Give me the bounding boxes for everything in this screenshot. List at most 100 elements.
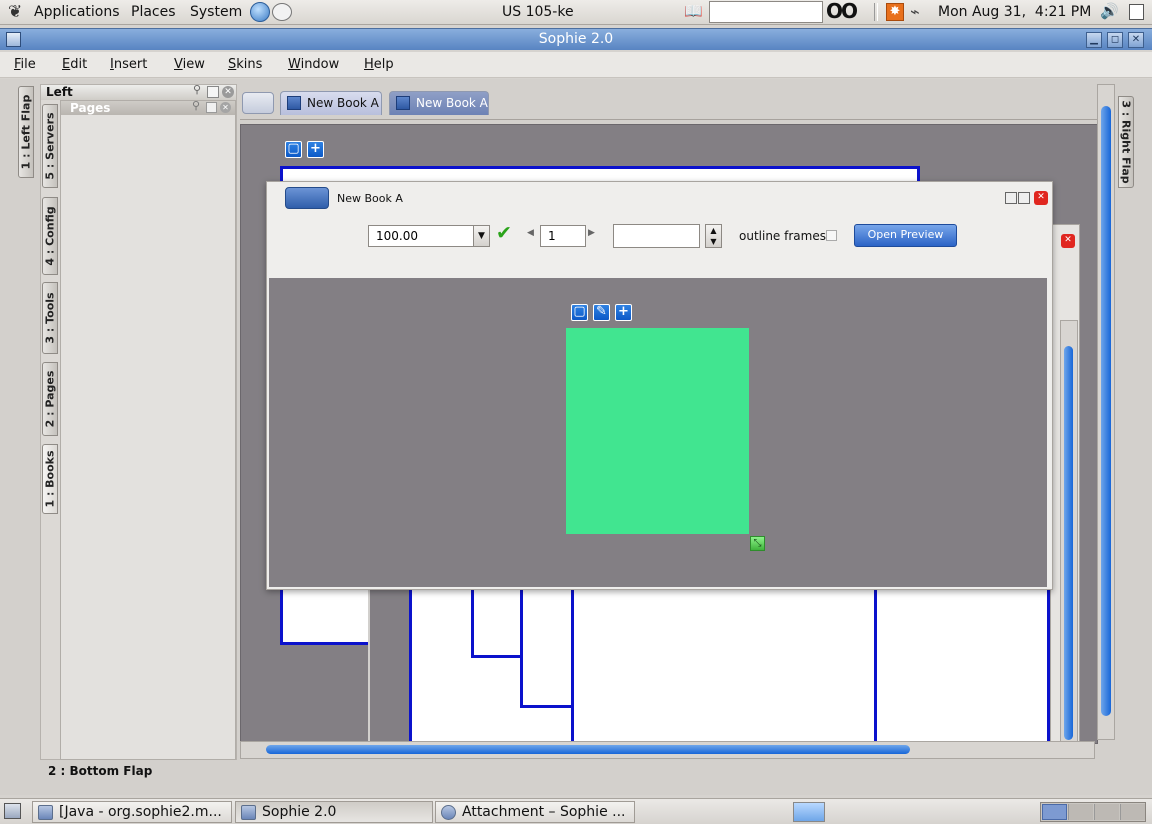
pages-restore-icon[interactable]: [206, 102, 217, 113]
workspace-switcher[interactable]: [1040, 802, 1146, 822]
layout-line: [471, 655, 523, 658]
left-flap-header: Left ⚲ ✕: [41, 83, 236, 100]
restore-icon[interactable]: [207, 86, 219, 98]
menu-window[interactable]: Window: [288, 57, 339, 72]
zoom-input[interactable]: [368, 225, 474, 247]
close-button[interactable]: ✕: [1128, 32, 1144, 48]
menu-skins[interactable]: Skins: [228, 57, 262, 72]
bottom-flap-tab[interactable]: 2 : Bottom Flap: [48, 764, 152, 778]
workspace-1[interactable]: [1042, 804, 1067, 820]
page-size-input[interactable]: [613, 224, 700, 248]
book-close-icon[interactable]: ✕: [1034, 191, 1048, 205]
inner-vertical-scrollbar-thumb[interactable]: [1064, 346, 1073, 740]
resize-handle-icon[interactable]: ⤡: [750, 536, 765, 551]
frame-edit-icon[interactable]: ✎: [593, 304, 610, 321]
top-panel: ❦ Applications Places System US 105-ke 📖…: [0, 0, 1152, 25]
clipboard-icon[interactable]: [1129, 4, 1144, 20]
layout-page: [409, 590, 1050, 742]
show-desktop-icon[interactable]: [4, 803, 21, 819]
workspace-4[interactable]: [1120, 804, 1145, 820]
tab-servers[interactable]: 5 : Servers: [42, 104, 58, 188]
page-icon[interactable]: ▢: [285, 141, 302, 158]
tab-pages[interactable]: 2 : Pages: [42, 362, 58, 436]
update-alert-icon[interactable]: ✸: [886, 3, 904, 21]
layout-line: [520, 705, 574, 708]
next-page-icon[interactable]: ▶: [588, 228, 595, 238]
book-icon: [287, 96, 301, 110]
gnome-foot-icon[interactable]: ❦: [8, 2, 22, 22]
tab-tools[interactable]: 3 : Tools: [42, 282, 58, 354]
minimize-button[interactable]: ▁: [1086, 32, 1102, 48]
add-icon[interactable]: +: [307, 141, 324, 158]
layout-line: [520, 590, 523, 708]
zoom-dropdown-arrow[interactable]: ▼: [473, 225, 490, 247]
book-window-icon[interactable]: [285, 187, 329, 209]
horizontal-scrollbar-thumb[interactable]: [266, 745, 910, 754]
taskbar-item-sophie[interactable]: Sophie 2.0: [235, 801, 433, 823]
book-icon: [396, 96, 410, 110]
pin-icon[interactable]: ⚲: [193, 83, 201, 96]
apply-check-icon[interactable]: ✔: [496, 222, 512, 244]
dictionary-search-input[interactable]: [709, 1, 823, 23]
menu-help[interactable]: Help: [364, 57, 394, 72]
menu-edit[interactable]: Edit: [62, 57, 87, 72]
vertical-scrollbar-thumb[interactable]: [1101, 106, 1111, 716]
close-flap-icon[interactable]: ✕: [222, 86, 234, 98]
menu-file[interactable]: File: [14, 57, 36, 72]
frame-page-icon[interactable]: ▢: [571, 304, 588, 321]
browser-icon: [441, 805, 456, 820]
window-titlebar[interactable]: Sophie 2.0 ▁ ◻ ✕: [0, 28, 1152, 50]
layout-line: [571, 590, 574, 742]
page-size-spinner[interactable]: ▲ ▼: [705, 224, 722, 248]
left-flap-title: Left: [46, 85, 73, 99]
tab-config[interactable]: 4 : Config: [42, 197, 58, 275]
workspace-divider: [368, 590, 370, 744]
clock[interactable]: Mon Aug 31, 4:21 PM: [938, 4, 1091, 20]
book-window-title: New Book A: [337, 192, 403, 205]
dictionary-icon[interactable]: 📖: [684, 2, 703, 20]
layout-line: [874, 590, 877, 742]
mail-icon[interactable]: [272, 3, 292, 21]
tab-left-flap[interactable]: 1 : Left Flap: [18, 86, 34, 178]
panel-separator: [874, 3, 878, 21]
maximize-button[interactable]: ◻: [1107, 32, 1123, 48]
frame-add-icon[interactable]: +: [615, 304, 632, 321]
menu-applications[interactable]: Applications: [34, 4, 120, 20]
prev-page-icon[interactable]: ◀: [527, 228, 534, 238]
outline-frames-label: outline frames: [739, 229, 826, 243]
background-close-icon[interactable]: ✕: [1061, 234, 1075, 248]
page-number-input[interactable]: [540, 225, 586, 247]
menu-view[interactable]: View: [174, 57, 205, 72]
outline-frames-checkbox[interactable]: [826, 230, 837, 241]
book-minimize-icon[interactable]: [1018, 192, 1030, 204]
workspace-2[interactable]: [1068, 804, 1093, 820]
tab-right-flap[interactable]: 3 : Right Flap: [1118, 96, 1134, 188]
menu-insert[interactable]: Insert: [110, 57, 147, 72]
open-preview-button[interactable]: Open Preview: [854, 224, 957, 247]
green-frame[interactable]: [566, 328, 749, 534]
workspace-3[interactable]: [1094, 804, 1119, 820]
desktop-tab-icon[interactable]: [242, 92, 274, 114]
eyes-icon: OO: [826, 0, 858, 23]
pages-panel: Pages ⚲ ✕: [60, 99, 236, 760]
tab-books[interactable]: 1 : Books: [42, 444, 58, 514]
eclipse-icon: [38, 805, 53, 820]
taskbar-item-java[interactable]: [Java - org.sophie2.m...: [32, 801, 232, 823]
keyboard-layout[interactable]: US 105-ke: [502, 4, 574, 20]
fish-icon[interactable]: [793, 802, 825, 822]
network-icon[interactable]: ⌁: [910, 2, 920, 21]
pages-pin-icon[interactable]: ⚲: [192, 99, 200, 112]
volume-icon[interactable]: 🔊: [1100, 2, 1119, 20]
globe-icon[interactable]: [250, 2, 270, 22]
menu-system[interactable]: System: [190, 4, 242, 20]
taskbar-item-attachment[interactable]: Attachment – Sophie ...: [435, 801, 635, 823]
bottom-panel: [Java - org.sophie2.m... Sophie 2.0 Atta…: [0, 798, 1152, 824]
doc-tab-new-book-a-2[interactable]: New Book A: [389, 91, 489, 115]
pages-panel-title: Pages: [70, 101, 111, 115]
sophie-icon: [241, 805, 256, 820]
book-restore-icon[interactable]: [1005, 192, 1017, 204]
pages-close-icon[interactable]: ✕: [220, 102, 231, 113]
doc-tab-new-book-a-1[interactable]: New Book A: [280, 91, 382, 115]
pages-panel-header: Pages ⚲ ✕: [61, 99, 235, 115]
menu-places[interactable]: Places: [131, 4, 176, 20]
